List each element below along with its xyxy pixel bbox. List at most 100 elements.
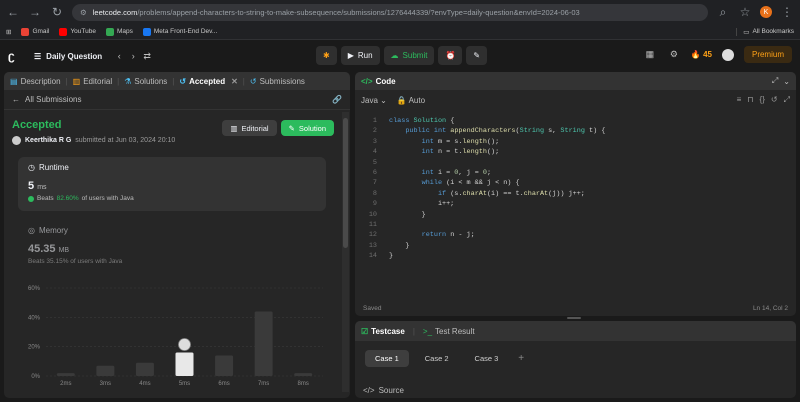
case-tab[interactable]: Case 2 (415, 350, 459, 367)
cloud-upload-icon: ☁ (390, 51, 399, 60)
bookmark-item[interactable]: Meta Front-End Dev... (142, 27, 217, 36)
chart-bar[interactable] (175, 352, 194, 376)
chart-bar[interactable] (56, 373, 75, 376)
shuffle-icon[interactable]: ⇄ (140, 51, 154, 62)
history-icon: ↺ (179, 76, 187, 86)
submit-button[interactable]: ☁ Submit (383, 46, 435, 65)
bookmark-item[interactable]: YouTube (59, 27, 96, 36)
language-select[interactable]: Java ⌄ (361, 96, 387, 105)
code-line[interactable]: } (389, 241, 409, 251)
problem-list-button[interactable]: ☰ Daily Question (34, 52, 102, 61)
user-avatar[interactable] (721, 48, 734, 61)
collapse-icon[interactable]: ⌄ (783, 77, 790, 86)
mode-indicator[interactable]: 🔒 Auto (397, 96, 425, 105)
code-line[interactable]: if (s.charAt(i) == t.charAt(j)) j++; (389, 189, 585, 199)
bookmark-favicon-icon (142, 27, 151, 36)
premium-button[interactable]: Premium (743, 46, 792, 63)
code-line[interactable]: int i = 0, j = 0; (389, 168, 491, 178)
solution-button[interactable]: ✎ Solution (280, 120, 334, 136)
leetcode-logo-icon[interactable]: ʗ (8, 49, 22, 63)
apps-icon[interactable]: ⊞ (6, 28, 11, 36)
scrollbar[interactable] (343, 118, 348, 248)
case-tab[interactable]: Case 3 (465, 350, 509, 367)
chart-bar[interactable] (254, 311, 273, 376)
forward-icon[interactable]: → (28, 5, 42, 19)
chart-bar[interactable] (135, 362, 154, 376)
chart-bar[interactable] (96, 365, 115, 376)
username[interactable]: Keerthika R G (25, 137, 71, 144)
timer-button[interactable]: ⏰ (438, 46, 463, 65)
address-bar[interactable]: ⚙ leetcode.com/problems/append-character… (72, 3, 708, 21)
settings-icon[interactable]: ⚙ (667, 49, 681, 60)
streak-counter[interactable]: 🔥 45 (691, 50, 712, 59)
link-icon[interactable]: 🔗 (332, 95, 342, 104)
maximize-icon[interactable]: ⤢ (772, 76, 778, 86)
add-case-icon[interactable]: + (518, 353, 524, 364)
layout-icon[interactable]: ▦ (643, 49, 657, 60)
all-bookmarks[interactable]: ▭ All Bookmarks (736, 27, 794, 36)
y-tick-label: 40% (28, 315, 41, 321)
book-icon: ▥ (72, 76, 81, 86)
prev-problem-icon[interactable]: ‹ (112, 51, 126, 61)
code-line[interactable]: return n - j; (389, 230, 475, 240)
notes-button[interactable]: ✎ (466, 46, 488, 65)
line-number: 2 (372, 127, 377, 136)
debug-button[interactable]: ✱ (316, 46, 337, 65)
tab-solutions[interactable]: ⚗ Solutions (124, 77, 167, 86)
back-icon[interactable]: ← (6, 5, 20, 19)
star-icon[interactable]: ☆ (738, 5, 752, 19)
chart-bar[interactable] (294, 373, 313, 376)
code-line[interactable]: } (389, 210, 426, 220)
alarm-icon: ⏰ (445, 51, 456, 60)
tab-accepted[interactable]: ↺ Accepted ✕ (179, 77, 237, 86)
tab-testcase[interactable]: ☑ Testcase (361, 327, 405, 336)
reload-icon[interactable]: ↻ (50, 5, 64, 19)
run-button[interactable]: ▶ Run (340, 46, 380, 65)
braces-icon[interactable]: {} (760, 95, 765, 105)
back-arrow-icon[interactable]: ← (12, 95, 20, 104)
memory-card[interactable]: ◎ Memory 45.35 MB Beats 35.15% of users w… (28, 226, 122, 265)
tab-editorial[interactable]: ▥ Editorial (73, 77, 112, 86)
code-line[interactable]: int m = s.length(); (389, 137, 500, 147)
code-line[interactable]: } (389, 251, 393, 261)
close-icon[interactable]: ✕ (231, 77, 238, 86)
bookmark-item[interactable]: Maps (105, 27, 133, 36)
case-tab[interactable]: Case 1 (365, 350, 409, 367)
code-line[interactable]: int n = t.length(); (389, 147, 500, 157)
runtime-card[interactable]: ◷ Runtime 5 ms Beats 82.60% of users with… (18, 157, 326, 211)
code-line[interactable]: public int appendCharacters(String s, St… (389, 126, 605, 136)
tab-submissions[interactable]: ↺ Submissions (250, 77, 305, 86)
tab-description[interactable]: ▤ Description (10, 77, 61, 86)
source-toggle[interactable]: </> Source (363, 386, 404, 395)
next-problem-icon[interactable]: › (126, 51, 140, 61)
code-area[interactable]: 1 class Solution {2 public int appendChar… (355, 110, 796, 300)
all-submissions-link[interactable]: All Submissions (25, 95, 81, 104)
format-icon[interactable]: ≡ (737, 95, 742, 105)
zoom-icon[interactable]: ⌕ (716, 5, 730, 20)
bookmark-favicon-icon (105, 27, 114, 36)
editorial-button[interactable]: ▥ Editorial (222, 120, 277, 136)
bookmark-icon[interactable]: ⊓ (747, 95, 753, 105)
fullscreen-icon[interactable]: ⤢ (784, 95, 790, 105)
line-number: 12 (368, 231, 377, 240)
site-info-icon[interactable]: ⚙ (80, 8, 87, 17)
play-icon: ▶ (347, 51, 354, 60)
x-tick-label: 5ms (179, 381, 190, 387)
pencil-icon: ✎ (288, 123, 295, 133)
memory-chip-icon: ◎ (28, 226, 35, 235)
menu-icon[interactable]: ⋮ (780, 5, 794, 19)
terminal-icon: >_ (422, 326, 433, 336)
list-icon: ☰ (34, 51, 42, 61)
x-tick-label: 3ms (100, 381, 111, 387)
bookmark-item[interactable]: Gmail (21, 27, 49, 36)
tab-test-result[interactable]: >_ Test Result (423, 327, 475, 336)
reset-icon[interactable]: ↺ (771, 95, 778, 105)
cursor-position: Ln 14, Col 2 (752, 305, 788, 312)
code-line[interactable]: while (i < m && j < n) { (389, 178, 520, 188)
code-line[interactable]: i++; (389, 199, 454, 209)
profile-avatar[interactable]: K (760, 6, 772, 18)
submitted-time: submitted at Jun 03, 2024 20:10 (75, 137, 176, 144)
chart-bar[interactable] (215, 355, 234, 376)
code-line[interactable]: class Solution { (389, 116, 454, 126)
submission-subbar: ← All Submissions 🔗 (4, 90, 350, 110)
